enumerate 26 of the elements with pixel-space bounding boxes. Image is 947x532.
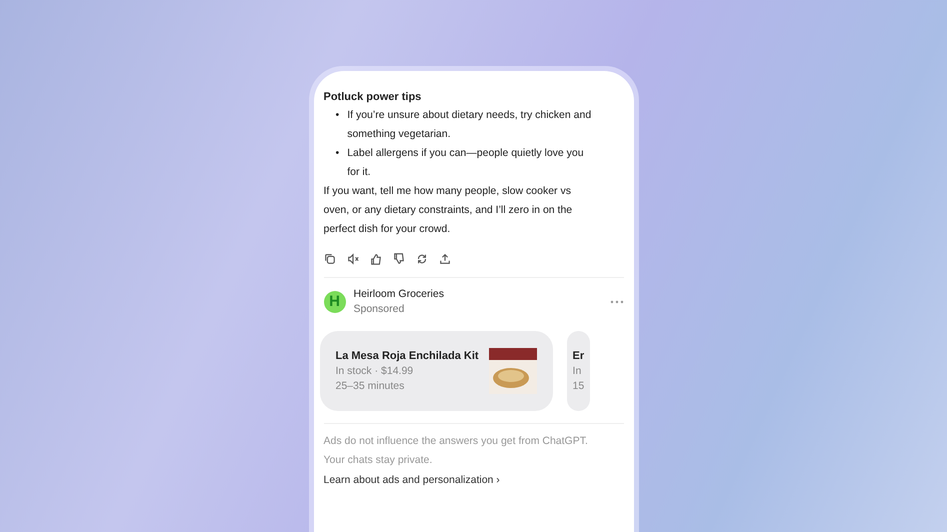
learn-more-link[interactable]: Learn about ads and personalization › xyxy=(324,474,634,486)
product-card[interactable]: La Mesa Roja Enchilada Kit In stock · $14.99 25–35 minutes xyxy=(320,331,553,411)
refresh-icon[interactable] xyxy=(416,253,428,265)
advertiser-name: Heirloom Groceries xyxy=(354,288,444,300)
ads-disclaimer: Ads do not influence the answers you get from ChatGPT. Your chats stay private. xyxy=(324,434,589,468)
delivery-time: 15 xyxy=(572,380,584,392)
speaker-icon[interactable] xyxy=(346,253,358,265)
thumbs-up-icon[interactable] xyxy=(370,253,382,265)
assistant-paragraph: If you want, tell me how many people, slow cooker vs oven, or any dietary constraints, and I’ll zero in on the perfect dish for your crowd. xyxy=(324,184,574,237)
bullet-text: If you’re unsure about dietary needs, try chicken and something vegetarian. xyxy=(347,108,592,142)
product-availability: In xyxy=(572,365,582,377)
more-options-icon[interactable] xyxy=(610,300,624,304)
bullet-text: Label allergens if you can—people quietly love you for it. xyxy=(347,146,585,180)
share-icon[interactable] xyxy=(438,253,450,265)
thumbs-down-icon[interactable] xyxy=(392,253,404,265)
bullet-marker: • xyxy=(336,108,340,123)
product-name: La Mesa Roja Enchilada Kit xyxy=(336,350,479,362)
product-name: Er xyxy=(572,350,584,362)
product-card[interactable]: Er In 15 xyxy=(566,331,590,411)
sponsored-label: Sponsored xyxy=(354,303,406,315)
bullet-marker: • xyxy=(336,146,340,161)
advertiser-logo: H xyxy=(324,290,346,312)
copy-icon[interactable] xyxy=(324,253,336,265)
delivery-time: 25–35 minutes xyxy=(336,380,406,392)
product-availability: In stock · $14.99 xyxy=(336,365,414,377)
section-title: Potluck power tips xyxy=(324,91,422,103)
